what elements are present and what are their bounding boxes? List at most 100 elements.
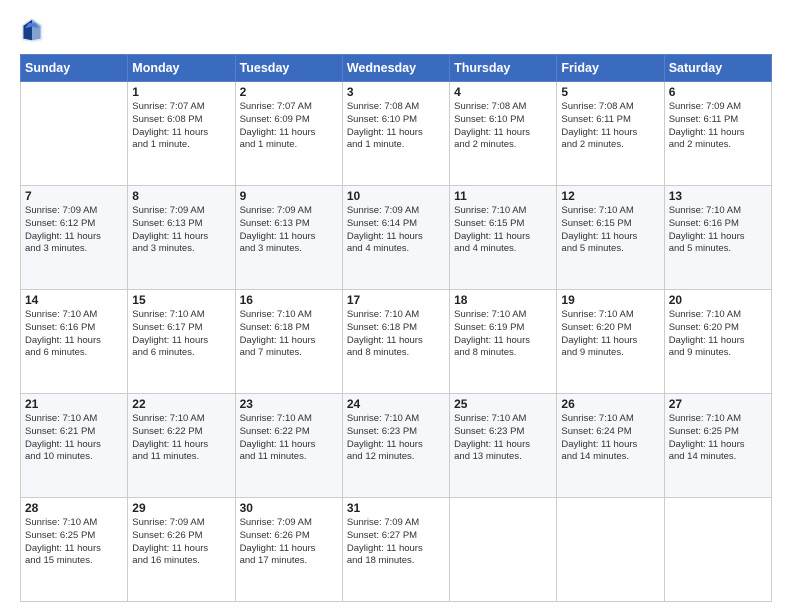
day-info: Sunrise: 7:10 AM Sunset: 6:24 PM Dayligh… — [561, 413, 659, 464]
day-number: 11 — [454, 189, 552, 203]
day-info: Sunrise: 7:10 AM Sunset: 6:18 PM Dayligh… — [347, 309, 445, 360]
header — [20, 16, 772, 44]
calendar-cell: 11 Sunrise: 7:10 AM Sunset: 6:15 PM Dayli… — [450, 186, 557, 290]
calendar-cell — [21, 82, 128, 186]
calendar-cell: 10 Sunrise: 7:09 AM Sunset: 6:14 PM Dayli… — [342, 186, 449, 290]
calendar-week-3: 14 Sunrise: 7:10 AM Sunset: 6:16 PM Dayli… — [21, 290, 772, 394]
day-info: Sunrise: 7:10 AM Sunset: 6:22 PM Dayligh… — [240, 413, 338, 464]
calendar-cell: 13 Sunrise: 7:10 AM Sunset: 6:16 PM Dayli… — [664, 186, 771, 290]
day-number: 20 — [669, 293, 767, 307]
calendar-cell — [450, 498, 557, 602]
day-info: Sunrise: 7:08 AM Sunset: 6:10 PM Dayligh… — [347, 101, 445, 152]
calendar-cell: 12 Sunrise: 7:10 AM Sunset: 6:15 PM Dayli… — [557, 186, 664, 290]
day-info: Sunrise: 7:10 AM Sunset: 6:17 PM Dayligh… — [132, 309, 230, 360]
calendar-body: 1Sunrise: 7:07 AM Sunset: 6:08 PM Daylig… — [21, 82, 772, 602]
calendar-cell: 7 Sunrise: 7:09 AM Sunset: 6:12 PM Daylig… — [21, 186, 128, 290]
header-row: SundayMondayTuesdayWednesdayThursdayFrid… — [21, 55, 772, 82]
day-number: 10 — [347, 189, 445, 203]
calendar-header: SundayMondayTuesdayWednesdayThursdayFrid… — [21, 55, 772, 82]
day-number: 23 — [240, 397, 338, 411]
day-number: 24 — [347, 397, 445, 411]
day-info: Sunrise: 7:10 AM Sunset: 6:19 PM Dayligh… — [454, 309, 552, 360]
calendar-cell: 5Sunrise: 7:08 AM Sunset: 6:11 PM Daylig… — [557, 82, 664, 186]
day-number: 22 — [132, 397, 230, 411]
calendar-week-1: 1Sunrise: 7:07 AM Sunset: 6:08 PM Daylig… — [21, 82, 772, 186]
day-info: Sunrise: 7:09 AM Sunset: 6:13 PM Dayligh… — [240, 205, 338, 256]
calendar-cell: 31 Sunrise: 7:09 AM Sunset: 6:27 PM Dayli… — [342, 498, 449, 602]
calendar-cell: 18 Sunrise: 7:10 AM Sunset: 6:19 PM Dayli… — [450, 290, 557, 394]
day-number: 12 — [561, 189, 659, 203]
day-info: Sunrise: 7:10 AM Sunset: 6:21 PM Dayligh… — [25, 413, 123, 464]
day-number: 31 — [347, 501, 445, 515]
calendar-cell: 16 Sunrise: 7:10 AM Sunset: 6:18 PM Dayli… — [235, 290, 342, 394]
day-info: Sunrise: 7:10 AM Sunset: 6:15 PM Dayligh… — [454, 205, 552, 256]
header-cell-thursday: Thursday — [450, 55, 557, 82]
calendar-cell: 17 Sunrise: 7:10 AM Sunset: 6:18 PM Dayli… — [342, 290, 449, 394]
calendar-cell: 3Sunrise: 7:08 AM Sunset: 6:10 PM Daylig… — [342, 82, 449, 186]
day-number: 19 — [561, 293, 659, 307]
header-cell-wednesday: Wednesday — [342, 55, 449, 82]
day-info: Sunrise: 7:10 AM Sunset: 6:22 PM Dayligh… — [132, 413, 230, 464]
day-number: 18 — [454, 293, 552, 307]
day-number: 27 — [669, 397, 767, 411]
header-cell-sunday: Sunday — [21, 55, 128, 82]
calendar-cell: 30 Sunrise: 7:09 AM Sunset: 6:26 PM Dayli… — [235, 498, 342, 602]
day-number: 16 — [240, 293, 338, 307]
day-info: Sunrise: 7:10 AM Sunset: 6:16 PM Dayligh… — [669, 205, 767, 256]
day-number: 28 — [25, 501, 123, 515]
calendar-cell: 28 Sunrise: 7:10 AM Sunset: 6:25 PM Dayli… — [21, 498, 128, 602]
day-number: 25 — [454, 397, 552, 411]
day-number: 30 — [240, 501, 338, 515]
day-info: Sunrise: 7:08 AM Sunset: 6:11 PM Dayligh… — [561, 101, 659, 152]
day-number: 6 — [669, 85, 767, 99]
day-number: 17 — [347, 293, 445, 307]
day-number: 13 — [669, 189, 767, 203]
day-info: Sunrise: 7:10 AM Sunset: 6:25 PM Dayligh… — [25, 517, 123, 568]
calendar-cell: 22 Sunrise: 7:10 AM Sunset: 6:22 PM Dayli… — [128, 394, 235, 498]
calendar-cell: 26Sunrise: 7:10 AM Sunset: 6:24 PM Dayli… — [557, 394, 664, 498]
calendar-cell: 2Sunrise: 7:07 AM Sunset: 6:09 PM Daylig… — [235, 82, 342, 186]
day-number: 29 — [132, 501, 230, 515]
day-number: 7 — [25, 189, 123, 203]
calendar-cell: 14 Sunrise: 7:10 AM Sunset: 6:16 PM Dayli… — [21, 290, 128, 394]
calendar-cell: 1Sunrise: 7:07 AM Sunset: 6:08 PM Daylig… — [128, 82, 235, 186]
calendar-cell: 27 Sunrise: 7:10 AM Sunset: 6:25 PM Dayli… — [664, 394, 771, 498]
day-number: 15 — [132, 293, 230, 307]
day-info: Sunrise: 7:09 AM Sunset: 6:26 PM Dayligh… — [132, 517, 230, 568]
day-info: Sunrise: 7:10 AM Sunset: 6:20 PM Dayligh… — [669, 309, 767, 360]
day-info: Sunrise: 7:09 AM Sunset: 6:14 PM Dayligh… — [347, 205, 445, 256]
day-info: Sunrise: 7:10 AM Sunset: 6:16 PM Dayligh… — [25, 309, 123, 360]
calendar-cell: 6Sunrise: 7:09 AM Sunset: 6:11 PM Daylig… — [664, 82, 771, 186]
page: SundayMondayTuesdayWednesdayThursdayFrid… — [0, 0, 792, 612]
day-number: 8 — [132, 189, 230, 203]
day-info: Sunrise: 7:10 AM Sunset: 6:15 PM Dayligh… — [561, 205, 659, 256]
calendar-cell: 8 Sunrise: 7:09 AM Sunset: 6:13 PM Daylig… — [128, 186, 235, 290]
day-info: Sunrise: 7:10 AM Sunset: 6:23 PM Dayligh… — [454, 413, 552, 464]
day-number: 9 — [240, 189, 338, 203]
calendar-week-5: 28 Sunrise: 7:10 AM Sunset: 6:25 PM Dayli… — [21, 498, 772, 602]
calendar-cell: 15 Sunrise: 7:10 AM Sunset: 6:17 PM Dayli… — [128, 290, 235, 394]
day-info: Sunrise: 7:09 AM Sunset: 6:12 PM Dayligh… — [25, 205, 123, 256]
calendar-cell — [557, 498, 664, 602]
day-number: 1 — [132, 85, 230, 99]
day-number: 21 — [25, 397, 123, 411]
day-number: 2 — [240, 85, 338, 99]
day-info: Sunrise: 7:09 AM Sunset: 6:27 PM Dayligh… — [347, 517, 445, 568]
header-cell-monday: Monday — [128, 55, 235, 82]
calendar-cell — [664, 498, 771, 602]
day-number: 14 — [25, 293, 123, 307]
calendar-cell: 24 Sunrise: 7:10 AM Sunset: 6:23 PM Dayli… — [342, 394, 449, 498]
day-number: 4 — [454, 85, 552, 99]
day-info: Sunrise: 7:08 AM Sunset: 6:10 PM Dayligh… — [454, 101, 552, 152]
calendar-week-4: 21 Sunrise: 7:10 AM Sunset: 6:21 PM Dayli… — [21, 394, 772, 498]
calendar-cell: 4 Sunrise: 7:08 AM Sunset: 6:10 PM Daylig… — [450, 82, 557, 186]
calendar-cell: 21 Sunrise: 7:10 AM Sunset: 6:21 PM Dayli… — [21, 394, 128, 498]
day-info: Sunrise: 7:09 AM Sunset: 6:26 PM Dayligh… — [240, 517, 338, 568]
logo-icon — [20, 16, 44, 44]
day-info: Sunrise: 7:09 AM Sunset: 6:13 PM Dayligh… — [132, 205, 230, 256]
day-info: Sunrise: 7:10 AM Sunset: 6:18 PM Dayligh… — [240, 309, 338, 360]
day-info: Sunrise: 7:10 AM Sunset: 6:25 PM Dayligh… — [669, 413, 767, 464]
day-info: Sunrise: 7:10 AM Sunset: 6:23 PM Dayligh… — [347, 413, 445, 464]
calendar-cell: 19Sunrise: 7:10 AM Sunset: 6:20 PM Dayli… — [557, 290, 664, 394]
header-cell-tuesday: Tuesday — [235, 55, 342, 82]
